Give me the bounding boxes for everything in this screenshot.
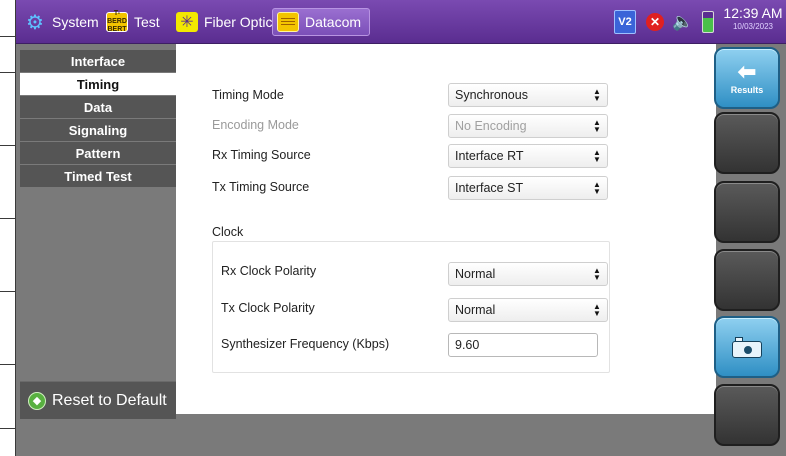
camera-icon (732, 336, 762, 358)
alarm-status[interactable]: ✕ (642, 10, 668, 34)
side-button-2[interactable] (714, 112, 780, 174)
reset-icon: ◆ (28, 391, 46, 410)
battery-icon (700, 10, 716, 34)
tx-clock-polarity-value: Normal (455, 303, 496, 317)
clock-settings-group: Rx Clock Polarity Normal ▲ ▼ Tx Clock Pol… (212, 241, 610, 373)
fiber-optics-icon: ✳ (176, 12, 198, 32)
reset-label: Reset to Default (52, 391, 167, 409)
edge-line (0, 36, 16, 37)
tx-timing-source-select[interactable]: Interface ST ▲ ▼ (448, 176, 608, 200)
rx-timing-source-select[interactable]: Interface RT ▲ ▼ (448, 144, 608, 168)
edge-line (0, 218, 16, 219)
edge-line (0, 364, 16, 365)
tx-clock-polarity-select[interactable]: Normal ▲ ▼ (448, 298, 608, 322)
edge-line (0, 145, 16, 146)
settings-nav: Interface Timing Data Signaling Pattern … (20, 50, 176, 188)
nav-item-pattern[interactable]: Pattern (20, 142, 176, 164)
tab-label: Datacom (305, 14, 362, 30)
results-button[interactable]: ⬅ Results (714, 47, 780, 109)
edge-line (0, 291, 16, 292)
nav-item-interface[interactable]: Interface (20, 50, 176, 72)
screenshot-button[interactable] (714, 316, 780, 378)
gear-icon: ⚙ (26, 11, 44, 34)
synth-freq-input[interactable]: 9.60 (448, 333, 598, 357)
rx-clock-polarity-select[interactable]: Normal ▲ ▼ (448, 262, 608, 286)
clock-time: 12:39 AM (723, 5, 783, 21)
nav-item-timed-test[interactable]: Timed Test (20, 165, 176, 187)
side-button-3[interactable] (714, 181, 780, 243)
rx-timing-source-label: Rx Timing Source (212, 148, 311, 162)
rx-timing-source-value: Interface RT (455, 149, 524, 163)
up-down-arrows-icon: ▲ ▼ (593, 118, 601, 134)
timing-mode-value: Synchronous (455, 88, 528, 102)
tab-label: Fiber Optics (204, 14, 280, 30)
tx-clock-polarity-label: Tx Clock Polarity (221, 301, 315, 315)
timing-mode-select[interactable]: Synchronous ▲ ▼ (448, 83, 608, 107)
tx-timing-source-label: Tx Timing Source (212, 180, 310, 194)
nav-item-signaling[interactable]: Signaling (20, 119, 176, 141)
left-window-edge (0, 0, 16, 456)
arrow-left-icon: ⬅ (737, 59, 757, 84)
synth-freq-label: Synthesizer Frequency (Kbps) (221, 337, 390, 351)
tx-timing-source-value: Interface ST (455, 181, 524, 195)
v2-status-badge[interactable]: V2 (614, 10, 636, 34)
side-button-6[interactable] (714, 384, 780, 446)
encoding-mode-value: No Encoding (455, 119, 527, 133)
up-down-arrows-icon: ▲ ▼ (593, 148, 601, 164)
rx-clock-polarity-label: Rx Clock Polarity (221, 264, 317, 278)
edge-line (0, 72, 16, 73)
bert-icon: T-BERD BERT (106, 10, 128, 33)
timing-settings-panel: Timing Mode Synchronous ▲ ▼ Encoding Mode… (176, 44, 716, 414)
clock-date: 10/03/2023 (732, 22, 774, 31)
speaker-icon[interactable]: 🔈 (672, 10, 694, 34)
tab-label: Test (134, 14, 160, 30)
results-label: Results (730, 85, 764, 95)
tab-fiber-optics[interactable]: ✳ Fiber Optics (172, 8, 287, 36)
device-screen: ⚙ System T-BERD BERT Test ✳ Fiber Optics… (16, 0, 786, 456)
clock-section-title: Clock (212, 225, 244, 239)
nav-item-timing[interactable]: Timing (20, 73, 176, 95)
up-down-arrows-icon: ▲ ▼ (593, 87, 601, 103)
nav-item-data[interactable]: Data (20, 96, 176, 118)
top-bar: ⚙ System T-BERD BERT Test ✳ Fiber Optics… (16, 0, 786, 44)
close-icon: ✕ (646, 13, 664, 31)
edge-line (0, 428, 16, 429)
up-down-arrows-icon: ▲ ▼ (593, 180, 601, 196)
side-button-4[interactable] (714, 249, 780, 311)
encoding-mode-label: Encoding Mode (212, 118, 299, 132)
rx-clock-polarity-value: Normal (455, 267, 496, 281)
tab-label: System (52, 14, 99, 30)
clock-display: 12:39 AM 10/03/2023 (722, 4, 784, 40)
tab-test[interactable]: T-BERD BERT Test (102, 8, 168, 36)
encoding-mode-select: No Encoding ▲ ▼ (448, 114, 608, 138)
up-down-arrows-icon: ▲ ▼ (593, 302, 601, 318)
timing-mode-label: Timing Mode (212, 88, 284, 102)
tab-system[interactable]: ⚙ System (20, 8, 107, 36)
reset-to-default-button[interactable]: ◆ Reset to Default (20, 381, 176, 419)
up-down-arrows-icon: ▲ ▼ (593, 266, 601, 282)
datacom-icon (277, 12, 299, 32)
tab-datacom[interactable]: Datacom (272, 8, 371, 36)
